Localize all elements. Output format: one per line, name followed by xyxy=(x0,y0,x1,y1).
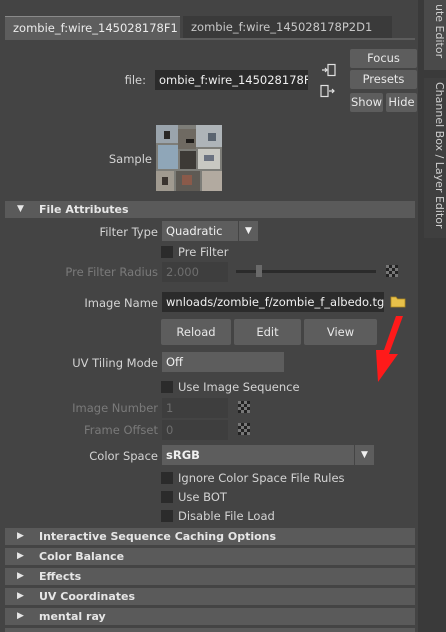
chevron-down-icon: ▼ xyxy=(354,445,374,465)
section-title: Color Balance xyxy=(39,550,125,563)
folder-browse-icon[interactable] xyxy=(390,294,406,308)
disable-file-load-checkbox[interactable] xyxy=(161,510,173,522)
section-uv-coordinates[interactable]: ▶ UV Coordinates xyxy=(5,588,415,605)
attribute-editor-side-tab[interactable]: ute Editor xyxy=(424,0,446,70)
file-label: file: xyxy=(124,73,146,87)
texture-sample-swatch xyxy=(156,125,222,191)
checker-map-icon[interactable] xyxy=(238,423,250,435)
section-title: UV Coordinates xyxy=(39,590,136,603)
uv-tiling-mode-dropdown[interactable]: Off xyxy=(162,352,284,372)
uv-tiling-mode-value: Off xyxy=(166,355,183,369)
checker-map-icon[interactable] xyxy=(238,401,250,413)
section-title: mental ray xyxy=(39,610,106,623)
filter-type-dropdown[interactable]: Quadratic ▼ xyxy=(162,221,258,241)
channel-box-side-tab[interactable]: Channel Box / Layer Editor xyxy=(424,78,446,238)
collapsed-triangle-icon: ▶ xyxy=(17,591,24,601)
collapsed-triangle-icon: ▶ xyxy=(17,611,24,621)
ignore-color-space-rules-label: Ignore Color Space File Rules xyxy=(178,471,345,485)
image-name-label: Image Name xyxy=(84,296,158,310)
presets-button[interactable]: Presets xyxy=(350,70,417,89)
use-bot-label: Use BOT xyxy=(178,490,227,504)
section-title: Effects xyxy=(39,570,82,583)
edit-button[interactable]: Edit xyxy=(234,319,301,345)
section-title: Interactive Sequence Caching Options xyxy=(39,530,277,543)
pre-filter-radius-label: Pre Filter Radius xyxy=(65,265,158,279)
reload-button[interactable]: Reload xyxy=(161,319,231,345)
section-partial-next[interactable] xyxy=(5,628,415,632)
frame-offset-field[interactable]: 0 xyxy=(162,420,228,440)
chevron-down-icon: ▼ xyxy=(238,221,258,241)
tab-wire-f1[interactable]: zombie_f:wire_145028178F1 xyxy=(5,16,180,38)
image-number-label: Image Number xyxy=(72,401,158,415)
focus-button[interactable]: Focus xyxy=(350,49,417,68)
color-space-label: Color Space xyxy=(89,449,158,463)
use-image-sequence-checkbox[interactable] xyxy=(161,381,173,393)
show-button[interactable]: Show xyxy=(350,93,383,112)
expanded-triangle-icon: ▼ xyxy=(17,204,24,214)
frame-offset-label: Frame Offset xyxy=(83,423,158,437)
color-space-value: sRGB xyxy=(166,448,200,462)
filter-type-label: Filter Type xyxy=(99,225,158,239)
tab-wire-p2d1[interactable]: zombie_f:wire_145028178P2D1 xyxy=(183,16,392,38)
tab-underline xyxy=(5,38,415,40)
pre-filter-checkbox[interactable] xyxy=(161,246,173,258)
pre-filter-radius-field[interactable]: 2.000 xyxy=(162,262,228,282)
ignore-color-space-rules-checkbox[interactable] xyxy=(161,472,173,484)
checker-map-icon[interactable] xyxy=(386,265,398,277)
image-number-field[interactable]: 1 xyxy=(162,398,228,418)
attribute-editor-side-tab-label: ute Editor xyxy=(433,4,446,59)
section-interactive-sequence-caching[interactable]: ▶ Interactive Sequence Caching Options xyxy=(5,528,415,545)
section-mental-ray[interactable]: ▶ mental ray xyxy=(5,608,415,625)
section-color-balance[interactable]: ▶ Color Balance xyxy=(5,548,415,565)
file-attributes-title: File Attributes xyxy=(39,203,129,216)
file-node-name-field[interactable]: ombie_f:wire_145028178F1 xyxy=(155,70,308,90)
filter-type-value: Quadratic xyxy=(166,224,223,238)
collapsed-triangle-icon: ▶ xyxy=(17,551,24,561)
pre-filter-radius-slider-handle[interactable] xyxy=(256,265,262,277)
output-connection-icon[interactable] xyxy=(320,84,336,98)
disable-file-load-label: Disable File Load xyxy=(178,509,275,523)
sample-label: Sample xyxy=(108,152,152,166)
section-effects[interactable]: ▶ Effects xyxy=(5,568,415,585)
collapsed-triangle-icon: ▶ xyxy=(17,531,24,541)
file-attributes-section-header[interactable]: ▼ File Attributes xyxy=(5,201,415,218)
use-bot-checkbox[interactable] xyxy=(161,491,173,503)
red-annotation-arrow-icon xyxy=(372,314,406,384)
color-space-dropdown[interactable]: sRGB ▼ xyxy=(162,445,374,465)
collapsed-triangle-icon: ▶ xyxy=(17,571,24,581)
uv-tiling-mode-label: UV Tiling Mode xyxy=(72,356,158,370)
use-image-sequence-label: Use Image Sequence xyxy=(178,380,300,394)
channel-box-side-tab-label: Channel Box / Layer Editor xyxy=(433,82,446,229)
pre-filter-label: Pre Filter xyxy=(178,245,229,259)
image-name-field[interactable]: wnloads/zombie_f/zombie_f_albedo.tga xyxy=(162,292,384,312)
input-connection-icon[interactable] xyxy=(320,63,336,77)
view-button[interactable]: View xyxy=(304,319,377,345)
hide-button[interactable]: Hide xyxy=(386,93,417,112)
